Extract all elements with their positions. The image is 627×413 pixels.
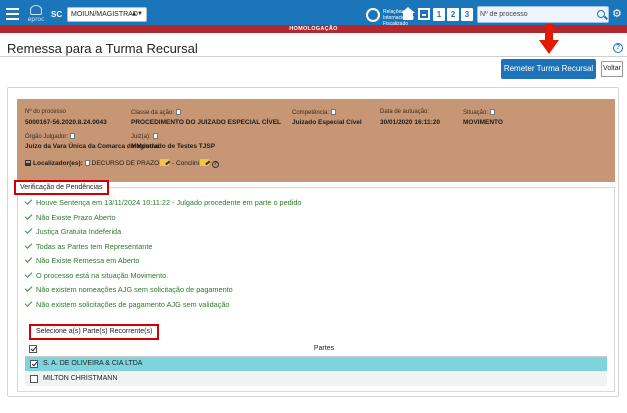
parties-table: Partes S. A. DE OLIVEIRA & CIA LTDA MILT…: [25, 342, 607, 386]
shortcut-2-button[interactable]: 2: [447, 8, 459, 21]
juiz-label: Juiz(a):: [131, 133, 158, 140]
shortcut-1-button[interactable]: 1: [433, 8, 445, 21]
info-icon[interactable]: [176, 109, 182, 115]
numero-label: Nº do processo: [25, 109, 66, 115]
info-icon[interactable]: [84, 160, 90, 166]
party-name: S. A. DE OLIVEIRA & CIA LTDA: [41, 356, 607, 371]
select-all-checkbox[interactable]: [29, 344, 37, 353]
verificacao-title: Verificação de Pendências: [14, 180, 109, 195]
check-item: Todas as Partes tem Representante: [24, 240, 301, 255]
check-item: Houve Sentença em 13/11/2024 10:11:22 - …: [24, 196, 302, 211]
sc-label: SC: [51, 10, 63, 19]
check-text: Não Existe Remessa em Aberto: [36, 256, 140, 265]
search-icon[interactable]: [597, 10, 605, 18]
localizador-1: DECURSO DE PRAZO: [91, 160, 160, 167]
profile-select[interactable]: MOIUN/MAGISTRAD ▲▼: [67, 7, 147, 22]
check-text: Justiça Gratuita Indeferida: [36, 227, 122, 236]
process-info-box: Nº do processo 5000167-56.2020.8.24.0043…: [17, 99, 615, 182]
help-icon[interactable]: ?: [613, 43, 623, 53]
pending-checks-list: Houve Sentença em 13/11/2024 10:11:22 - …: [24, 196, 302, 313]
logo-text: eproc: [27, 16, 45, 23]
situacao-value: MOVIMENTO: [463, 119, 503, 126]
save-icon[interactable]: [25, 160, 31, 166]
check-icon: [24, 284, 33, 292]
localizador-2: - Conclini: [172, 160, 200, 167]
check-item: Não existem solicitações de pagamento AJ…: [24, 298, 301, 313]
home-icon[interactable]: [401, 7, 415, 21]
check-text: O processo está na situação Movimento.: [36, 270, 169, 280]
check-icon: [24, 211, 33, 220]
check-text: Todas as Partes tem Representante: [36, 241, 153, 251]
data-autuacao-value: 30/01/2020 16:11:20: [380, 119, 440, 126]
classe-label: Classe da ação:: [131, 109, 182, 116]
check-text: Houve Sentença em 13/11/2024 10:11:22 - …: [36, 198, 302, 207]
edit-folder-icon[interactable]: [200, 159, 210, 166]
process-search: [477, 6, 609, 23]
question-icon[interactable]: ?: [211, 161, 219, 168]
check-icon: [24, 240, 33, 249]
check-text: Não existem solicitações de pagamento AJ…: [36, 299, 230, 309]
localizador-label: Localizador(es):: [33, 160, 83, 167]
hamburger-menu-icon[interactable]: [6, 8, 19, 20]
check-item: Não Existe Remessa em Aberto: [24, 254, 301, 269]
profile-select-value: MOIUN/MAGISTRAD: [71, 11, 138, 18]
check-icon: [24, 197, 33, 205]
check-text: Não Existe Prazo Aberto: [36, 212, 116, 222]
competencia-value: Juizado Especial Cível: [292, 119, 362, 126]
check-item: O processo está na situação Movimento.: [24, 269, 301, 284]
row-checkbox[interactable]: [30, 374, 38, 383]
table-row[interactable]: S. A. DE OLIVEIRA & CIA LTDA: [25, 356, 607, 371]
table-row[interactable]: MILTON CHRISTMANN: [25, 371, 607, 386]
row-checkbox-cell: [25, 371, 41, 386]
localizadores-line: Localizador(es): DECURSO DE PRAZO - Conc…: [25, 159, 219, 168]
chevron-down-icon: ▲▼: [131, 11, 143, 17]
select-parties-label: Selecione a(s) Parte(s) Recorrente(s): [29, 324, 160, 340]
shortcut-3-button[interactable]: 3: [461, 8, 473, 21]
situacao-label: Situação:: [463, 109, 496, 116]
orgao-label: Órgão Julgador:: [25, 133, 76, 140]
party-name: MILTON CHRISTMANN: [41, 371, 607, 386]
title-divider: [0, 56, 627, 57]
juiz-label-text: Juiz(a):: [131, 134, 151, 140]
process-search-input[interactable]: [480, 8, 590, 21]
info-icon[interactable]: [70, 133, 76, 139]
info-icon[interactable]: [331, 109, 337, 115]
remeter-turma-recursal-button[interactable]: Remeter Turma Recursal: [501, 59, 596, 79]
environment-banner: HOMOLOGAÇÃO: [0, 25, 627, 33]
inbox-icon[interactable]: [418, 8, 430, 20]
classe-value: PROCEDIMENTO DO JUIZADO ESPECIAL CÍVEL: [131, 119, 282, 126]
situacao-label-text: Situação:: [463, 110, 489, 116]
check-icon: [24, 255, 33, 263]
info-icon[interactable]: [490, 109, 496, 115]
select-all-cell: [25, 342, 41, 357]
table-header-row: Partes: [25, 342, 607, 357]
eproc-logo[interactable]: eproc: [27, 5, 45, 25]
check-item: Não existem nomeações AJG sem solicitaçã…: [24, 283, 301, 298]
check-icon: [24, 226, 33, 234]
row-checkbox[interactable]: [30, 359, 38, 368]
partes-header: Partes: [41, 342, 607, 357]
check-text: Não existem nomeações AJG sem solicitaçã…: [36, 285, 233, 294]
data-autuacao-label: Data de autuação:: [380, 109, 430, 115]
edit-folder-icon[interactable]: [160, 159, 170, 166]
competencia-label: Competência:: [292, 109, 337, 116]
red-arrow-annotation: [539, 24, 559, 56]
row-checkbox-cell: [25, 356, 41, 371]
page-title: Remessa para a Turma Recursal: [7, 41, 198, 56]
competencia-label-text: Competência:: [292, 110, 330, 116]
check-item: Justiça Gratuita Indeferida: [24, 225, 301, 240]
orgao-label-text: Órgão Julgador:: [25, 134, 69, 140]
info-icon[interactable]: [152, 133, 158, 139]
check-icon: [24, 298, 33, 307]
numero-value[interactable]: 5000167-56.2020.8.24.0043: [25, 119, 107, 126]
voltar-button[interactable]: Voltar: [601, 61, 623, 77]
gear-icon[interactable]: ⚙: [612, 8, 624, 20]
check-icon: [24, 269, 33, 278]
classe-label-text: Classe da ação:: [131, 110, 175, 116]
juiz-value: Magistrado de Testes TJSP: [131, 143, 216, 150]
check-item: Não Existe Prazo Aberto: [24, 211, 301, 226]
